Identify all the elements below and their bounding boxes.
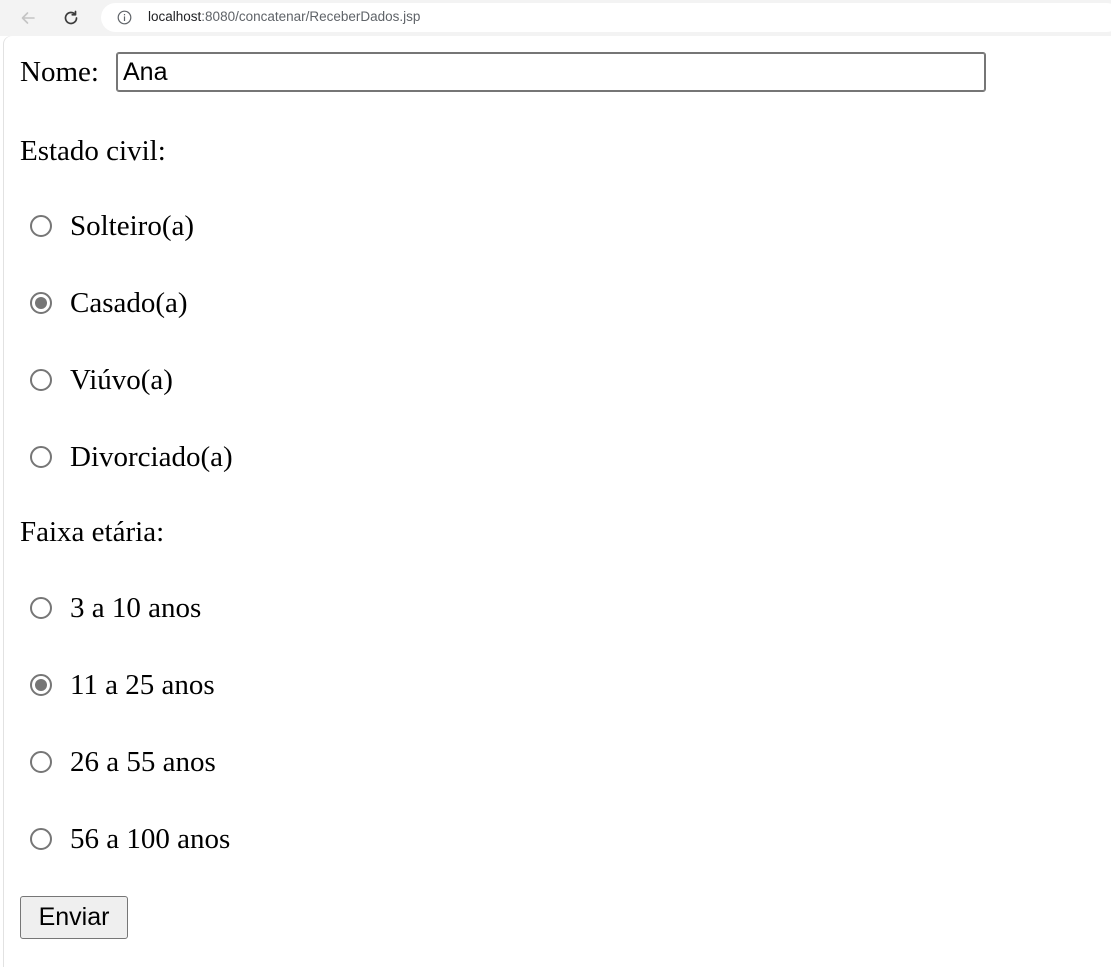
url-host: localhost: [148, 9, 202, 24]
radio-label: 11 a 25 anos: [70, 668, 215, 701]
radio-option-casado[interactable]: Casado(a): [30, 286, 188, 320]
estado-civil-label: Estado civil:: [20, 135, 166, 167]
radio-button-checked[interactable]: [30, 292, 52, 314]
reload-icon: [64, 10, 78, 25]
radio-button[interactable]: [30, 828, 52, 850]
url-path: :8080/concatenar/ReceberDados.jsp: [201, 9, 421, 24]
radio-label: Divorciado(a): [70, 440, 233, 473]
reload-button[interactable]: [57, 4, 85, 32]
radio-option-3-10[interactable]: 3 a 10 anos: [30, 591, 201, 625]
radio-label: Casado(a): [70, 286, 188, 319]
radio-button[interactable]: [30, 215, 52, 237]
radio-button[interactable]: [30, 446, 52, 468]
submit-button[interactable]: Enviar: [20, 896, 128, 939]
page-content: Nome: Estado civil: Solteiro(a) Casado(a…: [4, 36, 1111, 967]
radio-label: Viúvo(a): [70, 363, 173, 396]
radio-option-56-100[interactable]: 56 a 100 anos: [30, 822, 230, 856]
url-text[interactable]: localhost:8080/concatenar/ReceberDados.j…: [148, 9, 420, 24]
radio-button[interactable]: [30, 751, 52, 773]
radio-button[interactable]: [30, 597, 52, 619]
nome-input[interactable]: [116, 52, 986, 92]
arrow-left-icon: [21, 12, 35, 24]
info-icon[interactable]: [117, 10, 132, 25]
radio-option-solteiro[interactable]: Solteiro(a): [30, 209, 194, 243]
radio-option-viuvo[interactable]: Viúvo(a): [30, 363, 173, 397]
nome-label: Nome:: [20, 56, 99, 88]
back-button[interactable]: [14, 4, 42, 32]
radio-label: 3 a 10 anos: [70, 591, 202, 624]
address-bar[interactable]: localhost:8080/concatenar/ReceberDados.j…: [101, 3, 1111, 32]
radio-option-26-55[interactable]: 26 a 55 anos: [30, 745, 216, 779]
radio-label: Solteiro(a): [70, 209, 195, 242]
browser-toolbar: localhost:8080/concatenar/ReceberDados.j…: [0, 0, 1111, 36]
radio-option-divorciado[interactable]: Divorciado(a): [30, 440, 233, 474]
radio-label: 26 a 55 anos: [70, 745, 216, 778]
radio-button[interactable]: [30, 369, 52, 391]
radio-option-11-25[interactable]: 11 a 25 anos: [30, 668, 215, 702]
radio-button-checked[interactable]: [30, 674, 52, 696]
radio-label: 56 a 100 anos: [70, 822, 231, 855]
faixa-etaria-label: Faixa etária:: [20, 516, 165, 548]
